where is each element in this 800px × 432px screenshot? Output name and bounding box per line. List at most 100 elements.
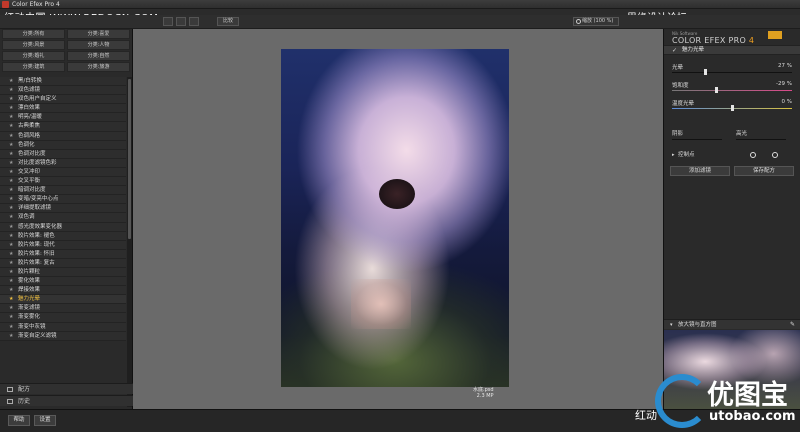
pin-icon[interactable]: ✎ bbox=[790, 320, 795, 330]
filter-item[interactable]: ★ 明亮/温暖 bbox=[0, 113, 126, 123]
category-nature[interactable]: 分类:自然 bbox=[67, 51, 130, 61]
side-by-side-view-icon[interactable] bbox=[189, 17, 199, 26]
glow-slider[interactable]: 光晕 27 % bbox=[672, 63, 794, 78]
save-recipe-button[interactable]: 保存配方 bbox=[734, 166, 794, 176]
zoom-control[interactable]: 缩放 (100 %) bbox=[573, 17, 619, 26]
favorite-star-icon[interactable]: ★ bbox=[9, 113, 13, 122]
category-favorites[interactable]: 分类:喜爱 bbox=[67, 29, 130, 39]
add-filter-button[interactable]: 添加滤镜 bbox=[670, 166, 730, 176]
filter-item-label: 双色滤镜 bbox=[18, 87, 41, 94]
favorite-star-icon[interactable]: ★ bbox=[9, 86, 13, 95]
filter-item[interactable]: ★ 胶片效果: 复古 bbox=[0, 258, 126, 268]
favorite-star-icon[interactable]: ★ bbox=[9, 168, 13, 177]
filter-item[interactable]: ★ 暗调对比度 bbox=[0, 186, 126, 196]
filter-item[interactable]: ★ 双色滤镜 bbox=[0, 86, 126, 96]
filter-item[interactable]: ★ 胶片效果: 怀旧 bbox=[0, 249, 126, 259]
saturation-slider[interactable]: 饱和度 -29 % bbox=[672, 81, 794, 96]
single-view-icon[interactable] bbox=[163, 17, 173, 26]
filter-item[interactable]: ★ 胶片颗粒 bbox=[0, 267, 126, 278]
settings-button[interactable]: 设置 bbox=[34, 415, 56, 426]
favorite-star-icon[interactable]: ★ bbox=[9, 122, 13, 131]
saturation-track[interactable] bbox=[672, 90, 792, 91]
favorite-star-icon[interactable]: ★ bbox=[9, 313, 13, 322]
favorite-star-icon[interactable]: ★ bbox=[9, 213, 13, 222]
favorite-star-icon[interactable]: ★ bbox=[9, 323, 13, 332]
remove-control-point-icon[interactable] bbox=[772, 152, 778, 158]
favorite-star-icon[interactable]: ★ bbox=[9, 268, 13, 277]
filter-item[interactable]: ★ 色调风格 bbox=[0, 131, 126, 141]
favorite-star-icon[interactable]: ★ bbox=[9, 177, 13, 186]
filter-list-scrollbar[interactable] bbox=[127, 77, 132, 407]
favorite-star-icon[interactable]: ★ bbox=[9, 132, 13, 141]
filter-item[interactable]: ★ 渐变滤镜 bbox=[0, 304, 126, 314]
filter-item[interactable]: ★ 胶片效果: 现代 bbox=[0, 240, 126, 250]
history-section[interactable]: 历史 bbox=[0, 395, 133, 406]
favorite-star-icon[interactable]: ★ bbox=[9, 241, 13, 250]
filter-item[interactable]: ★ 双色调 bbox=[0, 213, 126, 223]
favorite-star-icon[interactable]: ★ bbox=[9, 186, 13, 195]
category-wedding[interactable]: 分类:婚礼 bbox=[2, 51, 65, 61]
favorite-star-icon[interactable]: ★ bbox=[9, 95, 13, 104]
compare-button[interactable]: 比较 bbox=[217, 17, 239, 26]
filter-item[interactable]: ★ 交叉冲印 bbox=[0, 167, 126, 178]
category-travel[interactable]: 分类:旅游 bbox=[67, 62, 130, 72]
favorite-star-icon[interactable]: ★ bbox=[9, 232, 13, 241]
filter-item[interactable]: ★ 感光度效果变化器 bbox=[0, 222, 126, 232]
filter-item[interactable]: ★ 对比度滤镜色彩 bbox=[0, 158, 126, 168]
scrollbar-thumb[interactable] bbox=[128, 79, 131, 239]
favorite-star-icon[interactable]: ★ bbox=[9, 204, 13, 213]
favorite-star-icon[interactable]: ★ bbox=[9, 195, 13, 204]
preview-canvas[interactable]: 水底.psd 2.3 MP bbox=[133, 29, 663, 409]
filter-item[interactable]: ★ 魅力光晕 bbox=[0, 295, 126, 305]
recipes-section[interactable]: 配方 bbox=[0, 383, 133, 394]
favorite-star-icon[interactable]: ★ bbox=[9, 104, 13, 113]
glow-track[interactable] bbox=[672, 72, 792, 73]
favorite-star-icon[interactable]: ★ bbox=[9, 250, 13, 259]
favorite-star-icon[interactable]: ★ bbox=[9, 259, 13, 268]
favorite-star-icon[interactable]: ★ bbox=[9, 77, 13, 86]
help-button[interactable]: 帮助 bbox=[8, 415, 30, 426]
collapse-triangle-icon[interactable]: ▾ bbox=[670, 320, 673, 330]
filter-item[interactable]: ★ 详细提取滤镜 bbox=[0, 204, 126, 214]
filter-item[interactable]: ★ 黑/白转换 bbox=[0, 77, 126, 87]
favorite-star-icon[interactable]: ★ bbox=[9, 159, 13, 168]
control-points-row[interactable]: ▸ 控制点 bbox=[664, 150, 800, 160]
filter-item[interactable]: ★ 漂白效果 bbox=[0, 104, 126, 114]
category-architecture[interactable]: 分类:建筑 bbox=[2, 62, 65, 72]
favorite-star-icon[interactable]: ★ bbox=[9, 286, 13, 295]
filter-item[interactable]: ★ 渐变中灰镜 bbox=[0, 322, 126, 332]
category-all[interactable]: 分类:所有 bbox=[2, 29, 65, 39]
filter-enabled-checkbox-icon[interactable]: ✓ bbox=[672, 47, 677, 55]
category-landscape[interactable]: 分类:风景 bbox=[2, 40, 65, 50]
filter-item[interactable]: ★ 焊接效果 bbox=[0, 286, 126, 296]
filter-item[interactable]: ★ 色调化 bbox=[0, 140, 126, 150]
saturation-knob[interactable] bbox=[715, 87, 718, 93]
loupe-header[interactable]: ▾ 放大镜与直方图 ✎ bbox=[664, 319, 800, 329]
favorite-star-icon[interactable]: ★ bbox=[9, 332, 13, 341]
filter-item[interactable]: ★ 雾化效果 bbox=[0, 277, 126, 287]
add-control-point-icon[interactable] bbox=[750, 152, 756, 158]
filter-item[interactable]: ★ 胶片效果: 褪色 bbox=[0, 231, 126, 241]
active-filter-header[interactable]: ✓ 魅力光晕 bbox=[664, 45, 800, 55]
favorite-star-icon[interactable]: ★ bbox=[9, 295, 13, 304]
favorite-star-icon[interactable]: ★ bbox=[9, 277, 13, 286]
favorite-star-icon[interactable]: ★ bbox=[9, 223, 13, 232]
category-portrait[interactable]: 分类:人物 bbox=[67, 40, 130, 50]
filter-item[interactable]: ★ 渐变雾化 bbox=[0, 313, 126, 323]
filter-item[interactable]: ★ 古典柔焦 bbox=[0, 122, 126, 132]
expand-arrow-icon[interactable]: ▸ bbox=[672, 150, 675, 160]
shadows-track[interactable] bbox=[672, 139, 722, 140]
glow-warmth-knob[interactable] bbox=[731, 105, 734, 111]
glow-knob[interactable] bbox=[704, 69, 707, 75]
filter-item[interactable]: ★ 色调对比度 bbox=[0, 149, 126, 159]
split-view-icon[interactable] bbox=[176, 17, 186, 26]
filter-item[interactable]: ★ 交叉平衡 bbox=[0, 177, 126, 187]
glow-warmth-slider[interactable]: 温度光晕 0 % bbox=[672, 99, 794, 114]
favorite-star-icon[interactable]: ★ bbox=[9, 304, 13, 313]
filter-item[interactable]: ★ 双色用户自定义 bbox=[0, 95, 126, 105]
highlights-track[interactable] bbox=[736, 139, 786, 140]
favorite-star-icon[interactable]: ★ bbox=[9, 141, 13, 150]
filter-item[interactable]: ★ 变暗/变亮中心点 bbox=[0, 195, 126, 205]
favorite-star-icon[interactable]: ★ bbox=[9, 150, 13, 159]
filter-item[interactable]: ★ 渐变自定义滤镜 bbox=[0, 331, 126, 341]
